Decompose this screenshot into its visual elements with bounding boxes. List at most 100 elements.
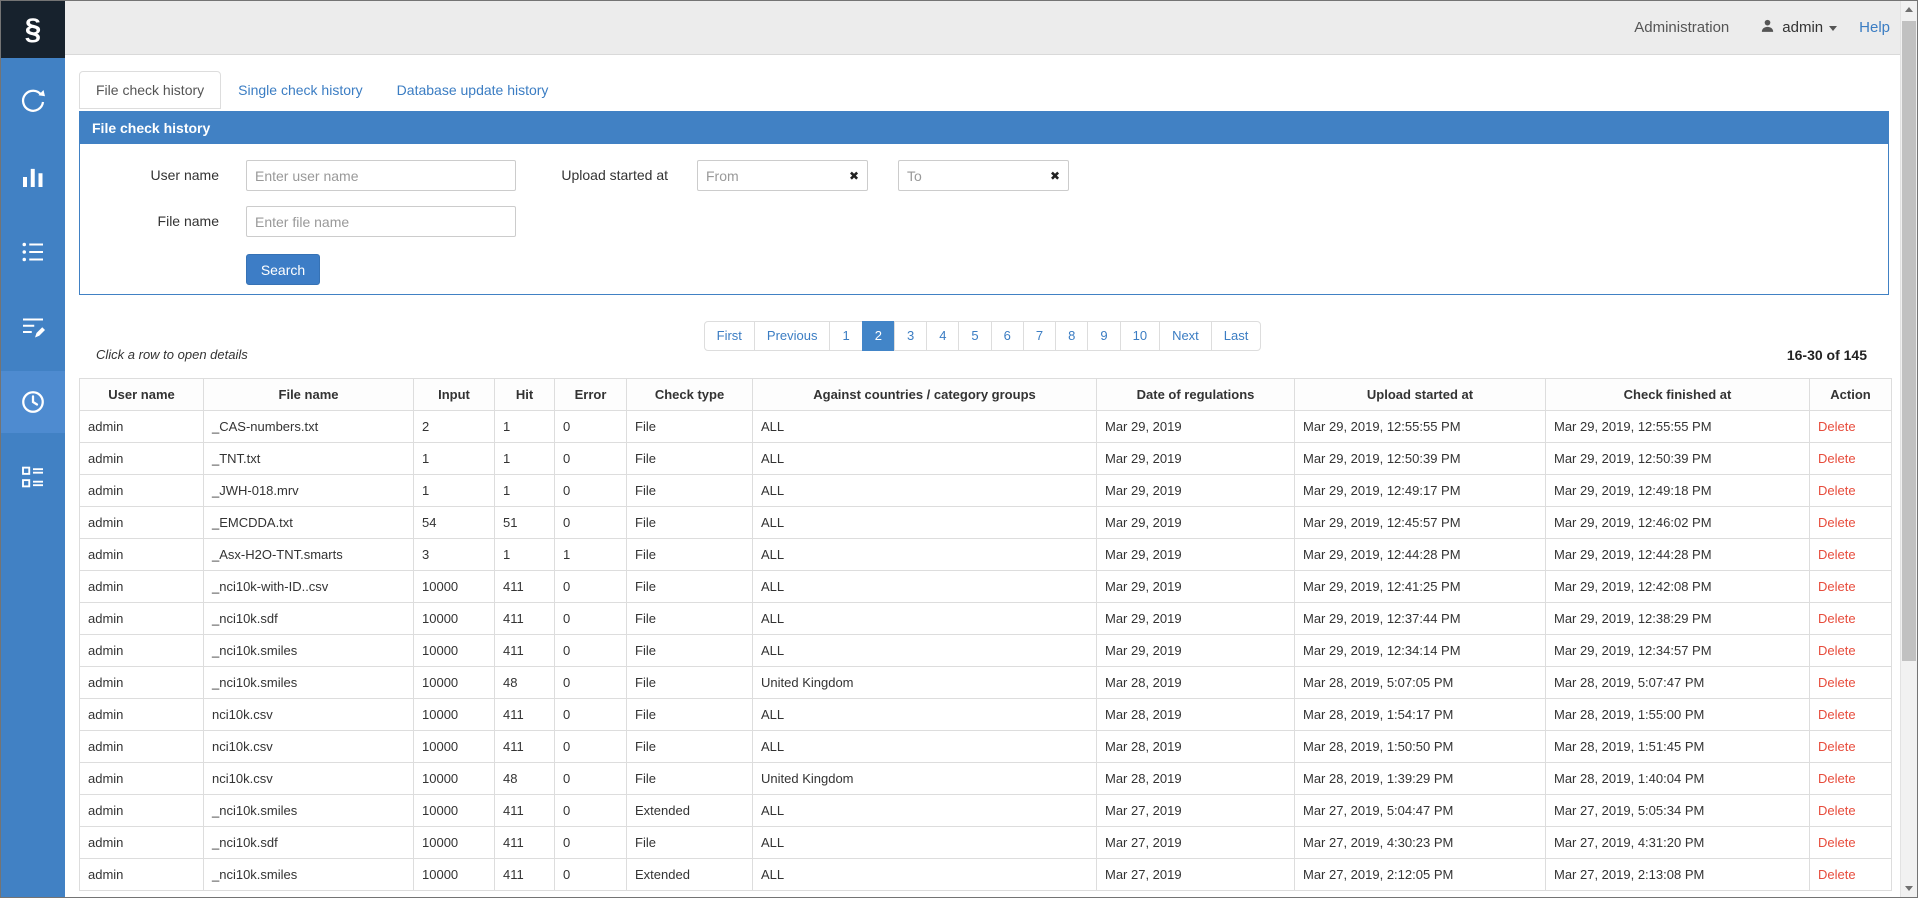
delete-link[interactable]: Delete xyxy=(1818,771,1856,786)
help-link[interactable]: Help xyxy=(1859,19,1890,36)
delete-link[interactable]: Delete xyxy=(1818,835,1856,850)
table-cell: Mar 27, 2019 xyxy=(1097,795,1295,827)
table-cell: _EMCDDA.txt xyxy=(204,507,414,539)
table-cell: admin xyxy=(80,603,204,635)
table-cell: File xyxy=(627,699,753,731)
table-row[interactable]: admin_CAS-numbers.txt210FileALLMar 29, 2… xyxy=(80,411,1892,443)
delete-link[interactable]: Delete xyxy=(1818,483,1856,498)
delete-link[interactable]: Delete xyxy=(1818,739,1856,754)
table-cell: 0 xyxy=(555,635,627,667)
tab-database-update-history[interactable]: Database update history xyxy=(380,71,566,109)
file-name-input[interactable] xyxy=(246,206,516,237)
scrollbar-thumb[interactable] xyxy=(1902,21,1916,661)
table-cell-action: Delete xyxy=(1810,475,1892,507)
sidebar-item-check-list[interactable] xyxy=(1,296,65,358)
table-row[interactable]: admin_nci10k.sdf100004110FileALLMar 27, … xyxy=(80,827,1892,859)
table-cell: 1 xyxy=(414,443,495,475)
date-to-input[interactable] xyxy=(898,160,1069,191)
table-cell: Mar 28, 2019, 1:51:45 PM xyxy=(1546,731,1810,763)
table-header-row: User nameFile nameInputHitErrorCheck typ… xyxy=(80,379,1892,411)
table-row[interactable]: admin_Asx-H2O-TNT.smarts311FileALLMar 29… xyxy=(80,539,1892,571)
table-cell: Mar 29, 2019, 12:49:18 PM xyxy=(1546,475,1810,507)
user-menu[interactable]: admin xyxy=(1759,17,1837,38)
table-row[interactable]: admin_TNT.txt110FileALLMar 29, 2019Mar 2… xyxy=(80,443,1892,475)
delete-link[interactable]: Delete xyxy=(1818,579,1856,594)
table-cell: Mar 29, 2019, 12:49:17 PM xyxy=(1295,475,1546,507)
table-row[interactable]: admin_nci10k-with-ID..csv100004110FileAL… xyxy=(80,571,1892,603)
user-name-input[interactable] xyxy=(246,160,516,191)
table-cell: 0 xyxy=(555,507,627,539)
clear-to-icon[interactable]: ✖ xyxy=(1050,170,1060,182)
table-cell: Mar 27, 2019, 4:30:23 PM xyxy=(1295,827,1546,859)
vertical-scrollbar[interactable] xyxy=(1900,1,1917,897)
table-cell: 10000 xyxy=(414,827,495,859)
delete-link[interactable]: Delete xyxy=(1818,515,1856,530)
person-icon xyxy=(1759,17,1776,38)
date-from-input[interactable] xyxy=(697,160,868,191)
table-cell-action: Delete xyxy=(1810,411,1892,443)
delete-link[interactable]: Delete xyxy=(1818,867,1856,882)
table-cell: Mar 29, 2019, 12:34:14 PM xyxy=(1295,635,1546,667)
table-cell: 0 xyxy=(555,475,627,507)
table-cell: Mar 28, 2019, 1:54:17 PM xyxy=(1295,699,1546,731)
table-cell: 10000 xyxy=(414,635,495,667)
table-row[interactable]: admin_JWH-018.mrv110FileALLMar 29, 2019M… xyxy=(80,475,1892,507)
table-cell: File xyxy=(627,443,753,475)
delete-link[interactable]: Delete xyxy=(1818,707,1856,722)
table-cell: File xyxy=(627,507,753,539)
table-cell: ALL xyxy=(753,571,1097,603)
table-cell: Mar 29, 2019, 12:50:39 PM xyxy=(1546,443,1810,475)
table-row[interactable]: admin_nci10k.smiles10000480FileUnited Ki… xyxy=(80,667,1892,699)
table-cell: Mar 29, 2019 xyxy=(1097,539,1295,571)
sidebar-item-list[interactable] xyxy=(1,221,65,283)
table-cell: ALL xyxy=(753,795,1097,827)
clear-from-icon[interactable]: ✖ xyxy=(849,170,859,182)
table-cell: _nci10k.sdf xyxy=(204,827,414,859)
table-cell: 10000 xyxy=(414,795,495,827)
table-cell: nci10k.csv xyxy=(204,731,414,763)
user-name-label: User name xyxy=(80,160,219,191)
table-cell: admin xyxy=(80,539,204,571)
table-row[interactable]: admin_nci10k.smiles100004110FileALLMar 2… xyxy=(80,635,1892,667)
table-row[interactable]: admin_nci10k.sdf100004110FileALLMar 29, … xyxy=(80,603,1892,635)
delete-link[interactable]: Delete xyxy=(1818,547,1856,562)
table-cell: 1 xyxy=(414,475,495,507)
delete-link[interactable]: Delete xyxy=(1818,419,1856,434)
table-cell: Mar 27, 2019, 2:13:08 PM xyxy=(1546,859,1810,891)
sidebar-item-reports[interactable] xyxy=(1,446,65,508)
table-cell: Mar 28, 2019, 5:07:05 PM xyxy=(1295,667,1546,699)
sidebar-item-history[interactable] xyxy=(1,371,65,433)
table-row[interactable]: admin_nci10k.smiles100004110ExtendedALLM… xyxy=(80,795,1892,827)
table-row[interactable]: admin_nci10k.smiles100004110ExtendedALLM… xyxy=(80,859,1892,891)
table-cell: admin xyxy=(80,635,204,667)
delete-link[interactable]: Delete xyxy=(1818,611,1856,626)
delete-link[interactable]: Delete xyxy=(1818,803,1856,818)
sidebar: § xyxy=(1,1,65,897)
delete-link[interactable]: Delete xyxy=(1818,675,1856,690)
table-row[interactable]: adminnci10k.csv100004110FileALLMar 28, 2… xyxy=(80,699,1892,731)
scroll-up-icon[interactable] xyxy=(1901,1,1917,18)
table-cell: 0 xyxy=(555,603,627,635)
table-cell: Mar 29, 2019, 12:55:55 PM xyxy=(1295,411,1546,443)
table-cell: File xyxy=(627,475,753,507)
tab-single-check-history[interactable]: Single check history xyxy=(221,71,380,109)
sidebar-item-refresh[interactable] xyxy=(1,71,65,133)
table-cell: United Kingdom xyxy=(753,667,1097,699)
sidebar-item-statistics[interactable] xyxy=(1,146,65,208)
table-row[interactable]: admin_EMCDDA.txt54510FileALLMar 29, 2019… xyxy=(80,507,1892,539)
table-cell: 0 xyxy=(555,699,627,731)
table-row[interactable]: adminnci10k.csv100004110FileALLMar 28, 2… xyxy=(80,731,1892,763)
column-header: User name xyxy=(80,379,204,411)
table-cell: Mar 28, 2019, 1:50:50 PM xyxy=(1295,731,1546,763)
table-cell: Mar 29, 2019, 12:50:39 PM xyxy=(1295,443,1546,475)
table-cell-action: Delete xyxy=(1810,731,1892,763)
table-row[interactable]: adminnci10k.csv10000480FileUnited Kingdo… xyxy=(80,763,1892,795)
table-cell: admin xyxy=(80,827,204,859)
table-cell: 1 xyxy=(495,475,555,507)
table-cell: 0 xyxy=(555,795,627,827)
delete-link[interactable]: Delete xyxy=(1818,643,1856,658)
tab-file-check-history[interactable]: File check history xyxy=(79,71,221,109)
delete-link[interactable]: Delete xyxy=(1818,451,1856,466)
scroll-down-icon[interactable] xyxy=(1901,880,1917,897)
search-button[interactable]: Search xyxy=(246,254,320,285)
